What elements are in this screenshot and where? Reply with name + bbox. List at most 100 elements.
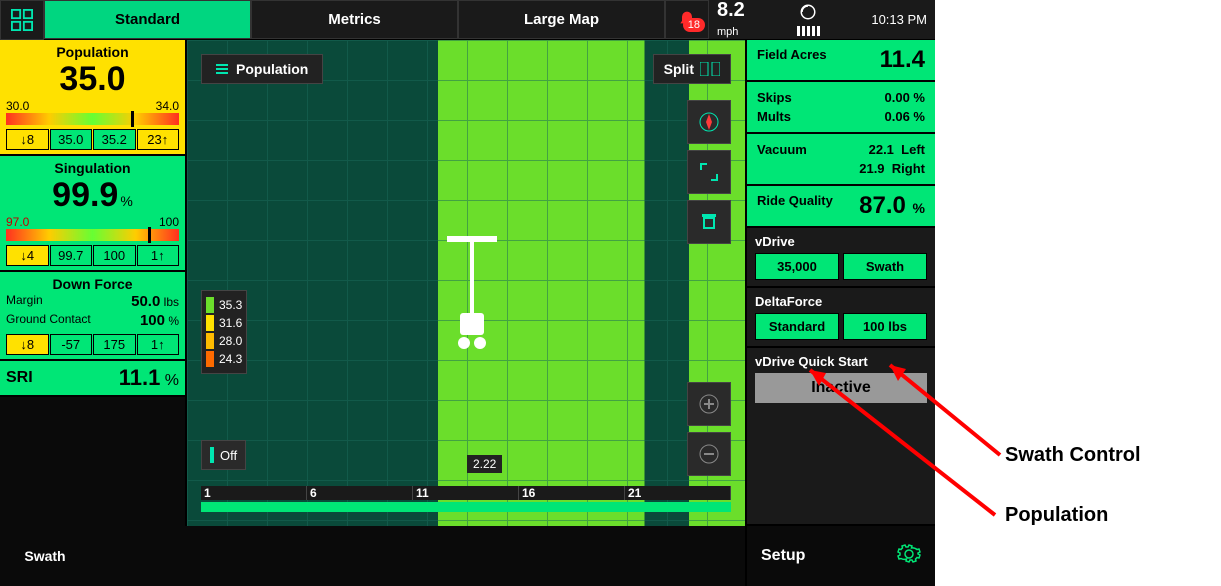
- card-deltaforce: DeltaForce Standard 100 lbs: [747, 288, 935, 348]
- split-icon: [700, 62, 720, 76]
- compass-button[interactable]: [687, 100, 731, 144]
- df-row-v1: -57: [50, 334, 93, 355]
- mults-label: Mults: [757, 109, 791, 124]
- sing-low: 97.0: [6, 215, 29, 229]
- sing-high: 100: [159, 215, 179, 229]
- split-label: Split: [664, 61, 694, 77]
- pop-row-low: ↓8: [6, 129, 49, 150]
- pop-low: 30.0: [6, 99, 29, 113]
- layers-icon: [216, 63, 228, 75]
- vac-left: 22.1: [869, 142, 894, 157]
- map-view[interactable]: Population Split 35.3 31.6 28.0 24.3: [185, 40, 745, 526]
- vehicle-center-button[interactable]: [687, 200, 731, 244]
- field-acres-value: 11.4: [880, 46, 925, 74]
- tick-11: 11: [413, 486, 519, 500]
- skips-value: 0.00 %: [885, 90, 925, 105]
- tick-6: 6: [307, 486, 413, 500]
- legend-0: 35.3: [219, 298, 242, 312]
- population-value: 35.0: [6, 60, 179, 99]
- minus-icon: [698, 443, 720, 465]
- annotation-swath-control: Swath Control: [1005, 444, 1141, 467]
- delta-standard-button[interactable]: Standard: [755, 313, 839, 340]
- panel-population[interactable]: Population 35.0 30.0 34.0 ↓8 35.0 35.2 23…: [0, 40, 185, 156]
- delta-lbs-button[interactable]: 100 lbs: [843, 313, 927, 340]
- skips-label: Skips: [757, 90, 792, 105]
- map-measure-value: 2.22: [467, 455, 502, 473]
- fullscreen-button[interactable]: [687, 150, 731, 194]
- status-bar: 8.2 mph 10:13 PM: [709, 0, 935, 39]
- pop-high: 34.0: [156, 99, 179, 113]
- vehicle-marker: [447, 235, 497, 370]
- tractor-icon: [699, 212, 719, 232]
- sing-row-v2: 100: [93, 245, 136, 266]
- card-field-acres[interactable]: Field Acres 11.4: [747, 40, 935, 82]
- mults-value: 0.06 %: [885, 109, 925, 124]
- speed-unit: mph: [717, 26, 738, 38]
- annotation-arrow-pop: [795, 360, 1005, 525]
- sing-row-d: ↓4: [6, 245, 49, 266]
- field-acres-label: Field Acres: [757, 47, 827, 62]
- df-gc-val: 100: [140, 312, 165, 329]
- tick-21: 21: [625, 486, 731, 500]
- map-layer-selector[interactable]: Population: [201, 54, 323, 84]
- vacuum-label: Vacuum: [757, 142, 807, 157]
- gear-icon[interactable]: [897, 542, 921, 571]
- ride-label: Ride Quality: [757, 193, 833, 208]
- vdrive-swath-button[interactable]: Swath: [843, 253, 927, 280]
- pop-row-v2: 35.2: [93, 129, 136, 150]
- split-button[interactable]: Split: [653, 54, 731, 84]
- tab-metrics[interactable]: Metrics: [251, 0, 458, 39]
- zoom-out-button[interactable]: [687, 432, 731, 476]
- alerts-button[interactable]: 18: [665, 0, 709, 39]
- footer-swath-tab[interactable]: Swath: [0, 526, 90, 586]
- row-ruler: 1 6 11 16 21: [201, 486, 731, 526]
- card-vacuum[interactable]: Vacuum 22.1 Left 21.9 Right: [747, 134, 935, 186]
- annotation-population: Population: [1005, 504, 1108, 527]
- df-gc-unit: %: [168, 314, 179, 328]
- legend-3: 24.3: [219, 352, 242, 366]
- vac-right-l: Right: [892, 161, 925, 176]
- sri-label: SRI: [6, 369, 33, 387]
- satellite-icon: [799, 3, 817, 21]
- vac-right: 21.9: [859, 161, 884, 176]
- tick-16: 16: [519, 486, 625, 500]
- setup-label[interactable]: Setup: [761, 547, 805, 565]
- pop-row-up: 23↑: [137, 129, 180, 150]
- vdrive-population-button[interactable]: 35,000: [755, 253, 839, 280]
- plus-icon: [698, 393, 720, 415]
- panel-sri[interactable]: SRI 11.1 %: [0, 361, 185, 397]
- ride-unit: %: [913, 200, 925, 216]
- compass-icon: [698, 111, 720, 133]
- zoom-in-button[interactable]: [687, 382, 731, 426]
- map-overlay-label: Population: [236, 61, 308, 77]
- sri-value: 11.1: [119, 365, 161, 390]
- population-title: Population: [6, 44, 179, 60]
- speed-value: 8.2: [717, 0, 745, 21]
- sri-unit: %: [165, 372, 179, 389]
- tab-standard[interactable]: Standard: [44, 0, 251, 39]
- panel-downforce[interactable]: Down Force Margin50.0 lbs Ground Contact…: [0, 272, 185, 361]
- sing-value: 99.9: [52, 176, 118, 214]
- expand-icon: [699, 162, 719, 182]
- layer-off-toggle[interactable]: Off: [201, 440, 246, 470]
- signal-bars: [797, 26, 820, 36]
- df-margin-val: 50.0: [131, 293, 160, 310]
- app-grid-icon[interactable]: [0, 0, 44, 40]
- df-margin-label: Margin: [6, 293, 43, 310]
- df-gc-label: Ground Contact: [6, 312, 91, 329]
- panel-singulation[interactable]: Singulation 99.9% 97.0100 ↓4 99.7 100 1↑: [0, 156, 185, 272]
- off-label: Off: [220, 448, 237, 463]
- vdrive-title: vDrive: [755, 234, 927, 249]
- delta-title: DeltaForce: [755, 294, 927, 309]
- card-ride-quality[interactable]: Ride Quality 87.0 %: [747, 186, 935, 228]
- df-row-v2: 175: [93, 334, 136, 355]
- alert-count: 18: [683, 18, 705, 32]
- pop-row-v1: 35.0: [50, 129, 93, 150]
- tab-large-map[interactable]: Large Map: [458, 0, 665, 39]
- df-title: Down Force: [6, 276, 179, 292]
- sing-row-v1: 99.7: [50, 245, 93, 266]
- ride-value: 87.0: [859, 192, 906, 219]
- card-skips-mults[interactable]: Skips 0.00 % Mults 0.06 %: [747, 82, 935, 134]
- vac-left-l: Left: [901, 142, 925, 157]
- df-row-u: 1↑: [137, 334, 180, 355]
